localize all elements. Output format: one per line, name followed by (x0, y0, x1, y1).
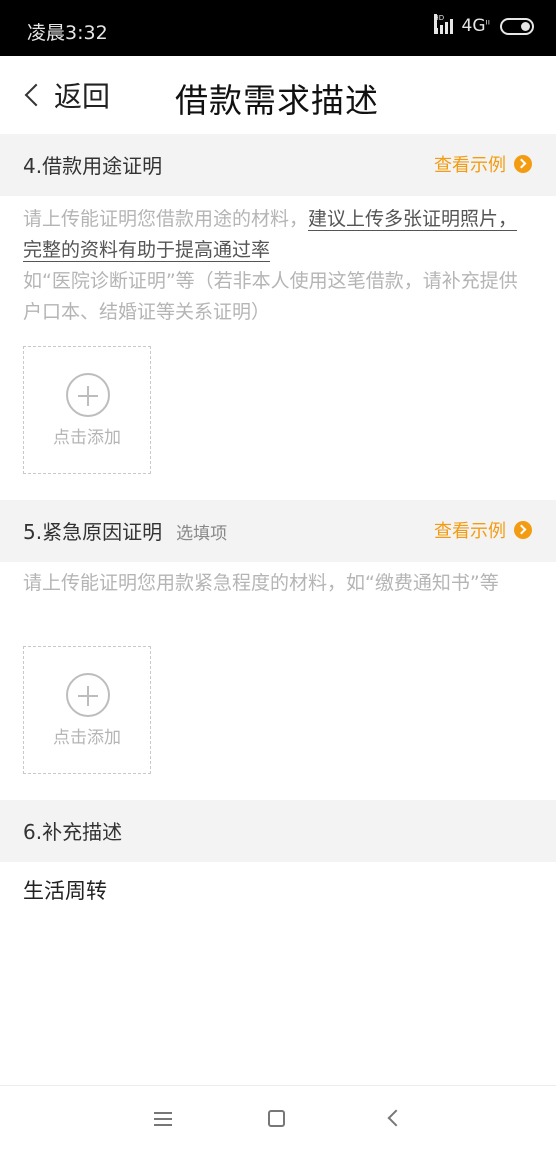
view-example-label: 查看示例 (434, 521, 506, 542)
section-title: 5.紧急原因证明 选填项 (23, 516, 227, 545)
back-label: 返回 (54, 80, 111, 113)
add-label: 点击添加 (53, 728, 121, 748)
status-time: 凌晨3:32 (27, 22, 108, 44)
section-title: 6.补充描述 (23, 820, 123, 844)
battery-icon (500, 17, 534, 35)
section-title: 4.借款用途证明 (23, 154, 163, 178)
supplement-description-field[interactable]: 生活周转 (23, 875, 107, 905)
section-header-supplement: 6.补充描述 (0, 800, 556, 862)
network-type: 4Gıı (462, 16, 490, 36)
view-example-label: 查看示例 (434, 155, 506, 176)
add-photo-button-usage[interactable]: 点击添加 (23, 346, 151, 474)
view-example-link[interactable]: 查看示例 (434, 517, 532, 543)
view-example-link[interactable]: 查看示例 (434, 151, 532, 177)
optional-tag: 选填项 (176, 524, 228, 544)
usage-proof-description: 请上传能证明您借款用途的材料，建议上传多张证明照片，完整的资料有助于提高通过率 … (23, 204, 535, 328)
network-activity: ıı (485, 17, 490, 27)
add-photo-button-urgency[interactable]: 点击添加 (23, 646, 151, 774)
triangle-back-icon[interactable] (387, 1109, 405, 1127)
circle-chevron-right-icon (514, 155, 532, 173)
plus-circle-icon (66, 373, 110, 417)
status-bar: 凌晨3:32 HD 4Gıı (0, 0, 556, 56)
back-button[interactable]: 返回 (20, 74, 110, 116)
section-header-usage-proof: 4.借款用途证明 查看示例 (0, 134, 556, 196)
page-title-text: 借款需求描述 (175, 81, 379, 120)
chevron-left-icon (24, 83, 48, 107)
urgency-proof-description: 请上传能证明您用款紧急程度的材料，如“缴费通知书”等 (23, 572, 499, 594)
description-note: 如“医院诊断证明”等（若非本人使用这笔借款，请补充提供户口本、结婚证等关系证明） (23, 270, 518, 323)
description-plain: 请上传能证明您借款用途的材料， (23, 208, 309, 230)
section-header-urgency-proof: 5.紧急原因证明 选填项 查看示例 (0, 500, 556, 562)
add-label: 点击添加 (53, 428, 121, 448)
signal-icon: HD (433, 14, 456, 36)
circle-chevron-right-icon (514, 521, 532, 539)
status-indicators: HD 4Gıı (433, 14, 534, 36)
menu-icon[interactable] (154, 1112, 172, 1126)
square-home-icon[interactable] (268, 1110, 285, 1127)
network-label: 4G (461, 16, 486, 36)
system-nav-bar (0, 1086, 556, 1151)
section-title-text: 5.紧急原因证明 (23, 520, 163, 544)
nav-bar: 借款需求描述 返回 (0, 56, 556, 134)
plus-circle-icon (66, 673, 110, 717)
